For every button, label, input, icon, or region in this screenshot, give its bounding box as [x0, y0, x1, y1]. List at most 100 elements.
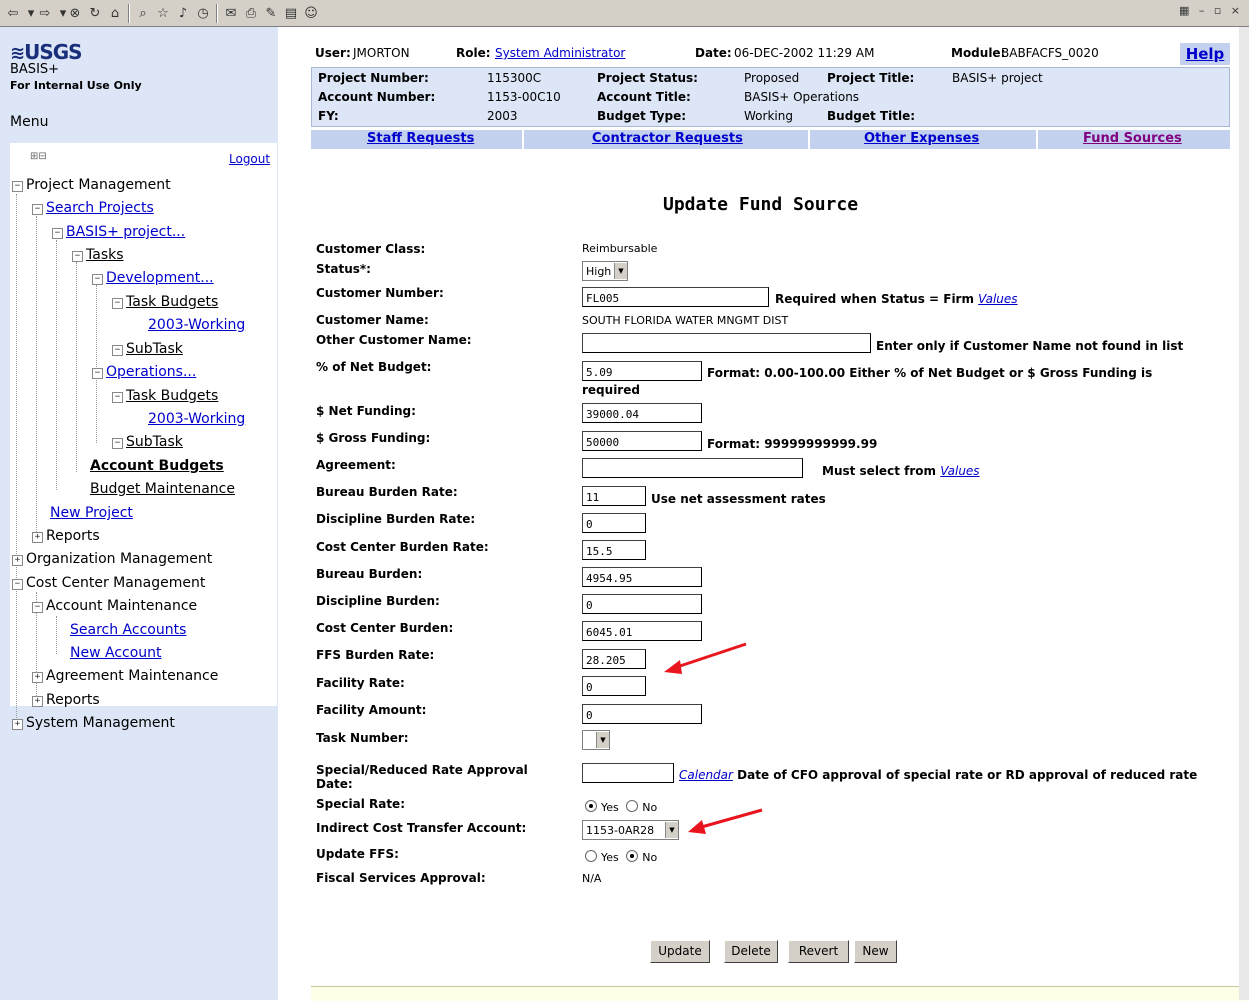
gross-funding-label: $ Gross Funding:	[316, 431, 431, 445]
favorites-icon[interactable]: ☆	[154, 4, 172, 22]
tree-tasks[interactable]: − Tasks	[72, 247, 124, 263]
facility-amount-label: Facility Amount:	[316, 703, 427, 717]
history-icon[interactable]: ◷	[194, 4, 212, 22]
date-label: Date:	[695, 46, 732, 60]
tab-other-expenses[interactable]: Other Expenses	[864, 131, 979, 146]
expand-collapse-icon[interactable]: ⊞⊟	[30, 151, 47, 162]
tree-account-maintenance[interactable]: − Account Maintenance	[32, 598, 197, 614]
messenger-icon[interactable]: ☺	[302, 4, 320, 22]
task-number-select[interactable]: ▼	[582, 730, 610, 750]
status-select[interactable]: High ▼	[582, 261, 628, 281]
values-link[interactable]: Values	[940, 464, 979, 478]
bureau-burden-rate-note: Use net assessment rates	[651, 492, 826, 506]
pct-net-budget-input[interactable]: 5.09	[582, 361, 702, 381]
customer-number-input[interactable]: FL005	[582, 287, 769, 307]
help-link[interactable]: Help	[1180, 43, 1230, 65]
tree-development[interactable]: − Development...	[92, 270, 214, 286]
tree-system-management[interactable]: + System Management	[12, 715, 175, 731]
user-value: JMORTON	[353, 46, 410, 60]
search-icon[interactable]: ⌕	[134, 4, 152, 22]
task-number-label: Task Number:	[316, 731, 409, 745]
gross-funding-note: Format: 99999999999.99	[707, 437, 878, 451]
vertical-scrollbar[interactable]	[1239, 27, 1249, 1000]
special-rate-yes-radio[interactable]	[585, 800, 597, 812]
delete-button[interactable]: Delete	[724, 940, 778, 963]
bureau-burden-rate-input[interactable]: 11	[582, 486, 646, 506]
tree-task-budgets[interactable]: − Task Budgets	[112, 388, 218, 404]
tree-budget-maintenance[interactable]: Budget Maintenance	[90, 481, 235, 497]
tree-search-accounts[interactable]: Search Accounts	[70, 622, 186, 638]
tree-search-projects[interactable]: − Search Projects	[32, 200, 154, 216]
special-rate-no-radio[interactable]	[626, 800, 639, 812]
tree-task-budgets[interactable]: − Task Budgets	[112, 294, 218, 310]
tree-organization-management[interactable]: + Organization Management	[12, 551, 212, 567]
revert-button[interactable]: Revert	[788, 940, 849, 963]
logout-link[interactable]: Logout	[229, 152, 270, 166]
pct-net-budget-note2: required	[582, 383, 640, 397]
tree-operations[interactable]: − Operations...	[92, 364, 196, 380]
ict-account-select[interactable]: 1153-0AR28 ▼	[582, 820, 679, 840]
tree-reports[interactable]: + Reports	[32, 528, 100, 544]
ffs-burden-rate-input[interactable]: 28.205	[582, 649, 646, 669]
calendar-link[interactable]: Calendar	[679, 768, 733, 782]
special-date-label: Special/Reduced Rate Approval	[316, 763, 528, 777]
fund-sources-table-header	[311, 986, 1249, 1001]
mail-icon[interactable]: ✉	[222, 4, 240, 22]
tree-subtask[interactable]: − SubTask	[112, 434, 183, 450]
net-funding-input[interactable]: 39000.04	[582, 403, 702, 423]
discipline-burden-rate-input[interactable]: 0	[582, 513, 646, 533]
tree-new-account[interactable]: New Account	[70, 645, 162, 661]
facility-amount-input[interactable]: 0	[582, 704, 702, 724]
tree-account-budgets[interactable]: Account Budgets	[90, 458, 224, 474]
annotation-arrow-icon	[664, 642, 747, 674]
context-header: User: JMORTON Role: System Administrator…	[311, 43, 1230, 149]
tree-cost-center-management[interactable]: − Cost Center Management	[12, 575, 205, 591]
role-label: Role:	[456, 46, 491, 60]
back-icon[interactable]: ⇦	[4, 4, 22, 22]
budget-type: Working	[744, 109, 793, 123]
window-controls[interactable]: ▦ – ▫ ×	[1179, 4, 1243, 17]
customer-number-note: Required when Status = Firm Values	[775, 292, 1018, 306]
stop-icon[interactable]: ⊗	[66, 4, 84, 22]
values-link[interactable]: Values	[978, 292, 1017, 306]
update-ffs-no-radio[interactable]	[626, 850, 639, 862]
internal-use-notice: For Internal Use Only	[10, 79, 142, 92]
discuss-icon[interactable]: ▤	[282, 4, 300, 22]
discipline-burden-input[interactable]: 0	[582, 594, 702, 614]
tab-fund-sources[interactable]: Fund Sources	[1083, 131, 1182, 146]
other-customer-input[interactable]	[582, 333, 871, 353]
gross-funding-input[interactable]: 50000	[582, 431, 702, 451]
tree-agreement-maintenance[interactable]: + Agreement Maintenance	[32, 668, 218, 684]
cost-center-burden-rate-input[interactable]: 15.5	[582, 540, 646, 560]
update-button[interactable]: Update	[650, 940, 710, 963]
cost-center-burden-input[interactable]: 6045.01	[582, 621, 702, 641]
forward-icon[interactable]: ⇨	[36, 4, 54, 22]
tree-new-project[interactable]: New Project	[50, 505, 133, 521]
home-icon[interactable]: ⌂	[106, 4, 124, 22]
facility-rate-input[interactable]: 0	[582, 676, 646, 696]
tree-reports[interactable]: + Reports	[32, 692, 100, 708]
tree-2003-working[interactable]: 2003-Working	[148, 317, 245, 333]
tab-staff-requests[interactable]: Staff Requests	[367, 131, 474, 146]
update-ffs-yes-radio[interactable]	[585, 850, 597, 862]
new-button[interactable]: New	[854, 940, 897, 963]
edit-icon[interactable]: ✎	[262, 4, 280, 22]
special-rate-label: Special Rate:	[316, 797, 405, 811]
tab-contractor-requests[interactable]: Contractor Requests	[592, 131, 743, 146]
media-icon[interactable]: ♪	[174, 4, 192, 22]
project-status-label: Project Status:	[597, 71, 698, 85]
tree-subtask[interactable]: − SubTask	[112, 341, 183, 357]
tree-basis-project[interactable]: − BASIS+ project...	[52, 224, 185, 240]
refresh-icon[interactable]: ↻	[86, 4, 104, 22]
tree-project-management[interactable]: − Project Management	[12, 177, 171, 193]
update-ffs-label: Update FFS:	[316, 847, 399, 861]
tree-2003-working[interactable]: 2003-Working	[148, 411, 245, 427]
fiscal-approval-label: Fiscal Services Approval:	[316, 871, 486, 885]
role-link[interactable]: System Administrator	[495, 46, 625, 60]
agreement-input[interactable]	[582, 458, 803, 478]
special-date-input[interactable]	[582, 763, 674, 783]
print-icon[interactable]: ⎙	[242, 4, 260, 22]
page-title: Update Fund Source	[663, 194, 859, 215]
date-value: 06-DEC-2002 11:29 AM	[734, 46, 875, 60]
bureau-burden-input[interactable]: 4954.95	[582, 567, 702, 587]
